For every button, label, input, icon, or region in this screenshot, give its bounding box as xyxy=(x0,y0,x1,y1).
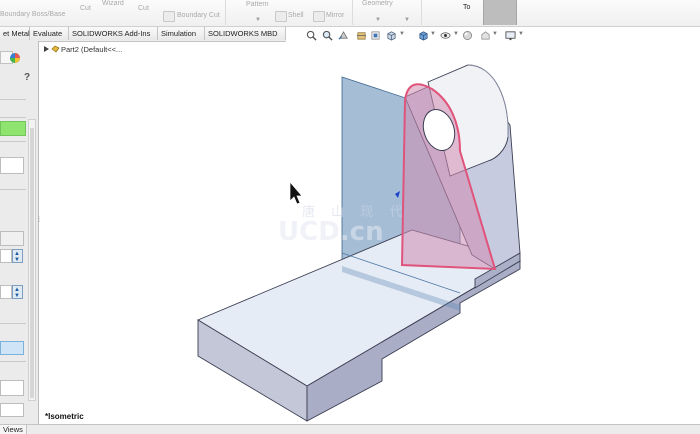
hide-show-icon[interactable] xyxy=(440,30,451,41)
command-manager-tabs: et Metal Evaluate SOLIDWORKS Add-Ins Sim… xyxy=(0,27,286,42)
parameter-field-disabled xyxy=(0,231,24,246)
instant3d-button[interactable] xyxy=(483,0,517,25)
selection-list[interactable] xyxy=(0,157,24,174)
distance-input[interactable] xyxy=(0,249,12,263)
tab-simulation[interactable]: Simulation xyxy=(158,27,205,40)
apply-scene-icon[interactable] xyxy=(480,30,491,41)
hide-show-caret-icon[interactable]: ▼ xyxy=(453,31,459,37)
view-orientation-icon[interactable] xyxy=(386,30,397,41)
tab-sheet-metal[interactable]: et Metal xyxy=(0,27,30,40)
panel-divider xyxy=(0,99,26,100)
ribbon-separator xyxy=(352,0,353,25)
property-manager-panel: ? ▲ ▼ ▲ ▼ xyxy=(0,41,39,424)
dynamic-annotation-icon[interactable] xyxy=(370,30,381,41)
mirror-label[interactable]: Mirror xyxy=(326,12,344,19)
tab-evaluate[interactable]: Evaluate xyxy=(30,27,69,40)
view-settings-caret-icon[interactable]: ▼ xyxy=(518,31,524,37)
tab-solidworks-add-ins[interactable]: SOLIDWORKS Add-Ins xyxy=(69,27,158,40)
pattern-caret-icon[interactable]: ▼ xyxy=(255,17,261,23)
panel-divider xyxy=(0,141,26,142)
boundary-boss-base-label[interactable]: Boundary Boss/Base xyxy=(0,11,65,18)
instant3d-to-label[interactable]: To xyxy=(463,4,470,11)
selection-box-active[interactable] xyxy=(0,121,26,136)
panel-divider xyxy=(0,117,26,118)
view-settings-icon[interactable] xyxy=(505,30,516,41)
angle-input[interactable] xyxy=(0,285,12,299)
tab-solidworks-mbd[interactable]: SOLIDWORKS MBD xyxy=(205,27,286,40)
view-orientation-caret-icon[interactable]: ▼ xyxy=(399,31,405,37)
ribbon: Boundary Boss/Base Cut Wizard Cut Bounda… xyxy=(0,0,700,27)
view-orientation-label: *Isometric xyxy=(45,412,84,421)
panel-divider xyxy=(0,323,26,324)
options-field-2[interactable] xyxy=(0,403,24,417)
apply-scene-caret-icon[interactable]: ▼ xyxy=(492,31,498,37)
boundary-cut-label[interactable]: Boundary Cut xyxy=(177,12,220,19)
ribbon-separator xyxy=(421,0,422,25)
boundary-cut-icon[interactable] xyxy=(163,11,175,22)
edit-appearance-icon[interactable] xyxy=(462,30,473,41)
pattern-label[interactable]: Pattern xyxy=(246,1,269,8)
curves-caret-icon[interactable]: ▼ xyxy=(404,17,410,23)
cut-label-1[interactable]: Cut xyxy=(80,5,91,12)
selection-box-highlight[interactable] xyxy=(0,341,24,355)
zoom-to-fit-icon[interactable] xyxy=(306,30,317,41)
panel-scrollbar[interactable] xyxy=(28,119,36,401)
options-field[interactable] xyxy=(0,380,24,396)
mirror-icon[interactable] xyxy=(313,11,325,22)
scrollbar-thumb[interactable] xyxy=(30,128,34,398)
graphics-viewport[interactable]: 唐 山 现 代 UCD.cn xyxy=(40,41,700,424)
zoom-area-icon[interactable] xyxy=(322,30,333,41)
shell-label[interactable]: Shell xyxy=(288,12,304,19)
previous-view-icon[interactable] xyxy=(338,30,349,41)
mouse-cursor-icon xyxy=(289,181,303,205)
display-manager-icon[interactable] xyxy=(9,52,21,64)
ribbon-separator xyxy=(225,0,226,25)
hole-wizard-label[interactable]: Wizard xyxy=(102,0,124,7)
display-style-caret-icon[interactable]: ▼ xyxy=(430,31,436,37)
panel-divider xyxy=(0,189,26,190)
angle-stepper[interactable]: ▲ ▼ xyxy=(12,285,23,299)
reference-geometry-label[interactable]: Geometry xyxy=(362,0,393,7)
help-icon[interactable]: ? xyxy=(24,72,30,83)
distance-stepper[interactable]: ▲ ▼ xyxy=(12,249,23,263)
cut-label-2[interactable]: Cut xyxy=(138,5,149,12)
panel-divider xyxy=(0,361,26,362)
shell-icon[interactable] xyxy=(275,11,287,22)
geometry-caret-icon[interactable]: ▼ xyxy=(375,17,381,23)
watermark-subtext: UCD.cn xyxy=(278,217,384,247)
display-style-icon[interactable] xyxy=(418,30,429,41)
section-view-icon[interactable] xyxy=(356,30,367,41)
